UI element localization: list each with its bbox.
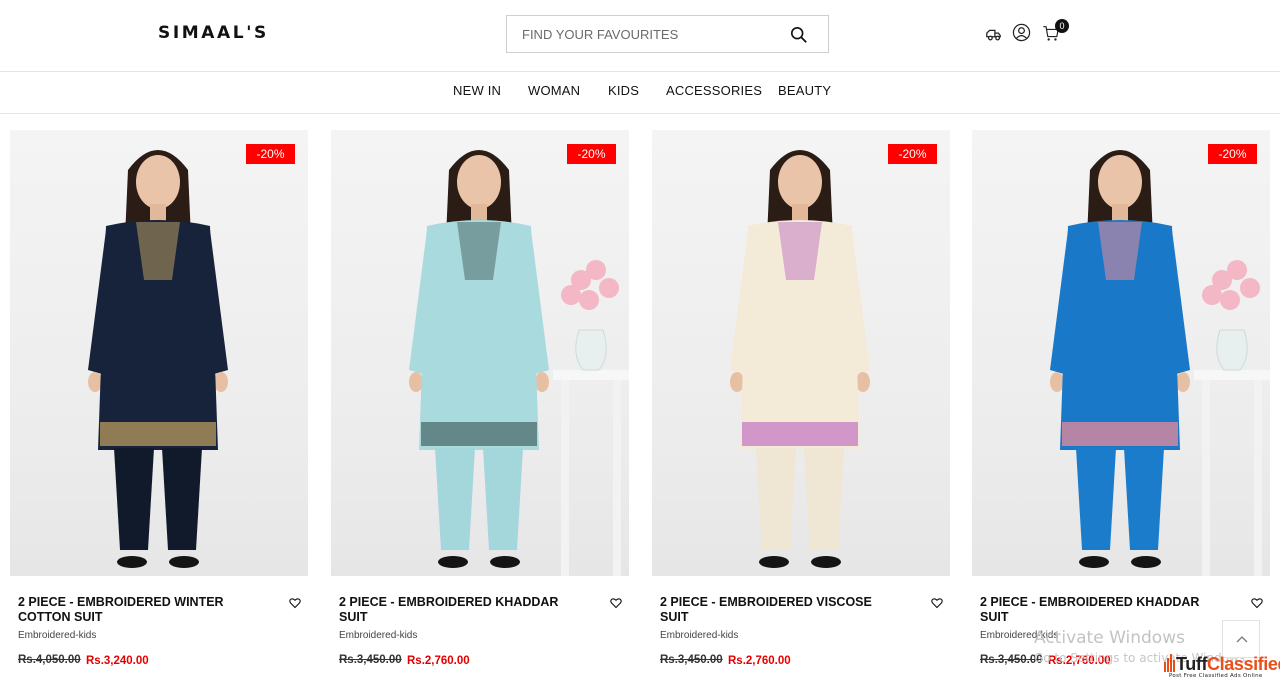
- product-name[interactable]: 2 PIECE - EMBROIDERED KHADDAR SUIT: [339, 595, 579, 625]
- product-photo: [1050, 150, 1270, 576]
- discount-badge: -20%: [567, 144, 616, 164]
- tuffclassified-name: TuffClassified: [1176, 654, 1280, 674]
- search-box: [506, 15, 829, 53]
- wishlist-heart-icon[interactable]: [931, 597, 943, 609]
- product-image[interactable]: -20%: [331, 130, 629, 576]
- discount-badge: -20%: [1208, 144, 1257, 164]
- product-card[interactable]: -20% 2 PIECE - EMBROIDERED VISCOSE SUIT …: [652, 130, 950, 683]
- product-card[interactable]: -20% 2 PIECE - EMBROIDERED WINTER COTTON…: [10, 130, 308, 683]
- sale-price: Rs.2,760.00: [407, 655, 470, 667]
- product-image[interactable]: -20%: [652, 130, 950, 576]
- bar-chart-icon: [1164, 654, 1175, 672]
- user-account-icon[interactable]: [1012, 23, 1031, 42]
- nav-accessories[interactable]: ACCESSORIES: [666, 83, 762, 98]
- main-nav: NEW IN WOMAN KIDS ACCESSORIES BEAUTY: [0, 72, 1280, 114]
- search-icon[interactable]: [790, 26, 808, 44]
- tuffclassified-tagline: Post Free Classified Ads Online: [1169, 673, 1263, 679]
- nav-new-in[interactable]: NEW IN: [453, 83, 501, 98]
- product-photo: [730, 150, 870, 568]
- product-category: Embroidered-kids: [660, 630, 739, 641]
- discount-badge: -20%: [246, 144, 295, 164]
- original-price: Rs.3,450.00: [660, 654, 723, 666]
- nav-beauty[interactable]: BEAUTY: [778, 83, 831, 98]
- wishlist-heart-icon[interactable]: [1251, 597, 1263, 609]
- product-card[interactable]: -20% 2 PIECE - EMBROIDERED KHADDAR SUIT …: [972, 130, 1270, 683]
- sale-price: Rs.3,240.00: [86, 655, 149, 667]
- nav-woman[interactable]: WOMAN: [528, 83, 580, 98]
- wishlist-heart-icon[interactable]: [289, 597, 301, 609]
- search-input[interactable]: [512, 19, 782, 49]
- original-price: Rs.4,050.00: [18, 654, 81, 666]
- site-header: SIMAAL'S 0: [0, 0, 1280, 72]
- tuffclassified-logo: TuffClassified Post Free Classified Ads …: [1164, 652, 1280, 683]
- discount-badge: -20%: [888, 144, 937, 164]
- delivery-truck-icon[interactable]: [985, 25, 1003, 43]
- nav-kids[interactable]: KIDS: [608, 83, 639, 98]
- product-photo: [88, 150, 228, 568]
- windows-activation-title: Activate Windows: [1034, 628, 1185, 648]
- product-name[interactable]: 2 PIECE - EMBROIDERED WINTER COTTON SUIT: [18, 595, 258, 625]
- product-category: Embroidered-kids: [339, 630, 418, 641]
- cart-count-badge: 0: [1055, 19, 1069, 33]
- product-photo: [409, 150, 629, 576]
- product-image[interactable]: -20%: [10, 130, 308, 576]
- original-price: Rs.3,450.00: [339, 654, 402, 666]
- product-card[interactable]: -20% 2 PIECE - EMBROIDERED KHADDAR SUIT …: [331, 130, 629, 683]
- product-image[interactable]: -20%: [972, 130, 1270, 576]
- wishlist-heart-icon[interactable]: [610, 597, 622, 609]
- site-logo[interactable]: SIMAAL'S: [158, 23, 269, 43]
- product-name[interactable]: 2 PIECE - EMBROIDERED VISCOSE SUIT: [660, 595, 900, 625]
- sale-price: Rs.2,760.00: [728, 655, 791, 667]
- product-category: Embroidered-kids: [18, 630, 97, 641]
- product-name[interactable]: 2 PIECE - EMBROIDERED KHADDAR SUIT: [980, 595, 1220, 625]
